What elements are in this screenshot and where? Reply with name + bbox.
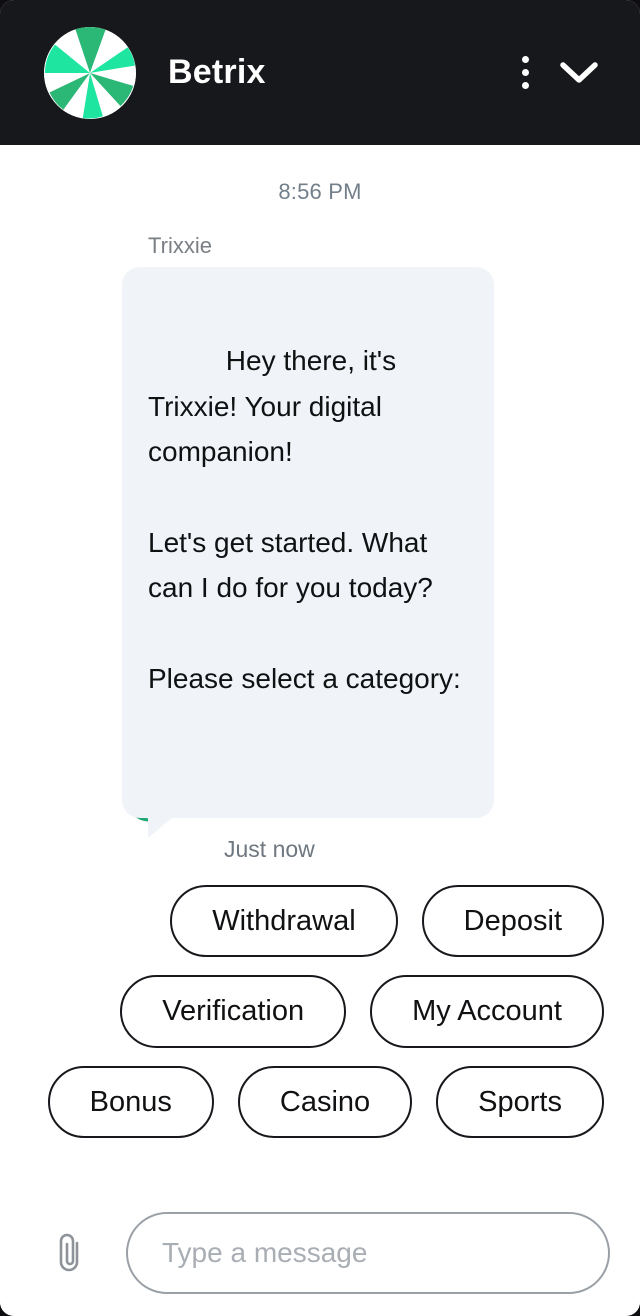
brand-title: Betrix (168, 53, 266, 91)
message-input[interactable] (126, 1212, 610, 1294)
quick-reply-row: Withdrawal Deposit (170, 884, 604, 958)
message-sender-name: Trixxie (148, 233, 212, 258)
pinwheel-logo-icon (44, 26, 136, 119)
attach-file-button[interactable] (46, 1226, 94, 1280)
chevron-down-icon (560, 61, 598, 83)
quick-reply-casino[interactable]: Casino (237, 1065, 413, 1139)
chat-body: 8:56 PM Trixxie Hey there, it's Trixxie! (0, 145, 640, 1190)
more-options-button[interactable] (498, 46, 552, 100)
quick-reply-row: Verification My Account (120, 975, 604, 1048)
quick-reply-verification[interactable]: Verification (120, 975, 347, 1048)
collapse-chat-button[interactable] (552, 46, 606, 100)
quick-reply-list: Withdrawal Deposit Verification My Accou… (24, 884, 616, 1139)
message-row: Trixxie Hey there, it's Trixxie! Your di… (24, 233, 616, 863)
quick-reply-withdrawal[interactable]: Withdrawal (170, 884, 398, 958)
message-composer (0, 1190, 640, 1316)
message-stamp: Just now (224, 835, 315, 862)
chat-widget: Betrix 8:56 PM Trixxie Hey there, it's T… (0, 0, 640, 1316)
quick-reply-row: Bonus Casino Sports (47, 1065, 604, 1139)
quick-reply-bonus[interactable]: Bonus (47, 1065, 214, 1139)
paperclip-icon (59, 1233, 79, 1272)
message-bubble-wrap: Hey there, it's Trixxie! Your digital co… (122, 267, 616, 838)
conversation-timestamp: 8:56 PM (278, 179, 362, 204)
chat-header: Betrix (0, 0, 640, 145)
quick-reply-my-account[interactable]: My Account (370, 975, 604, 1048)
quick-reply-sports[interactable]: Sports (436, 1065, 604, 1139)
more-vertical-icon (521, 56, 529, 89)
message-bubble: Hey there, it's Trixxie! Your digital co… (122, 267, 494, 838)
bubble-tail (148, 815, 174, 838)
message-text: Hey there, it's Trixxie! Your digital co… (148, 345, 461, 694)
quick-reply-deposit[interactable]: Deposit (421, 884, 604, 958)
